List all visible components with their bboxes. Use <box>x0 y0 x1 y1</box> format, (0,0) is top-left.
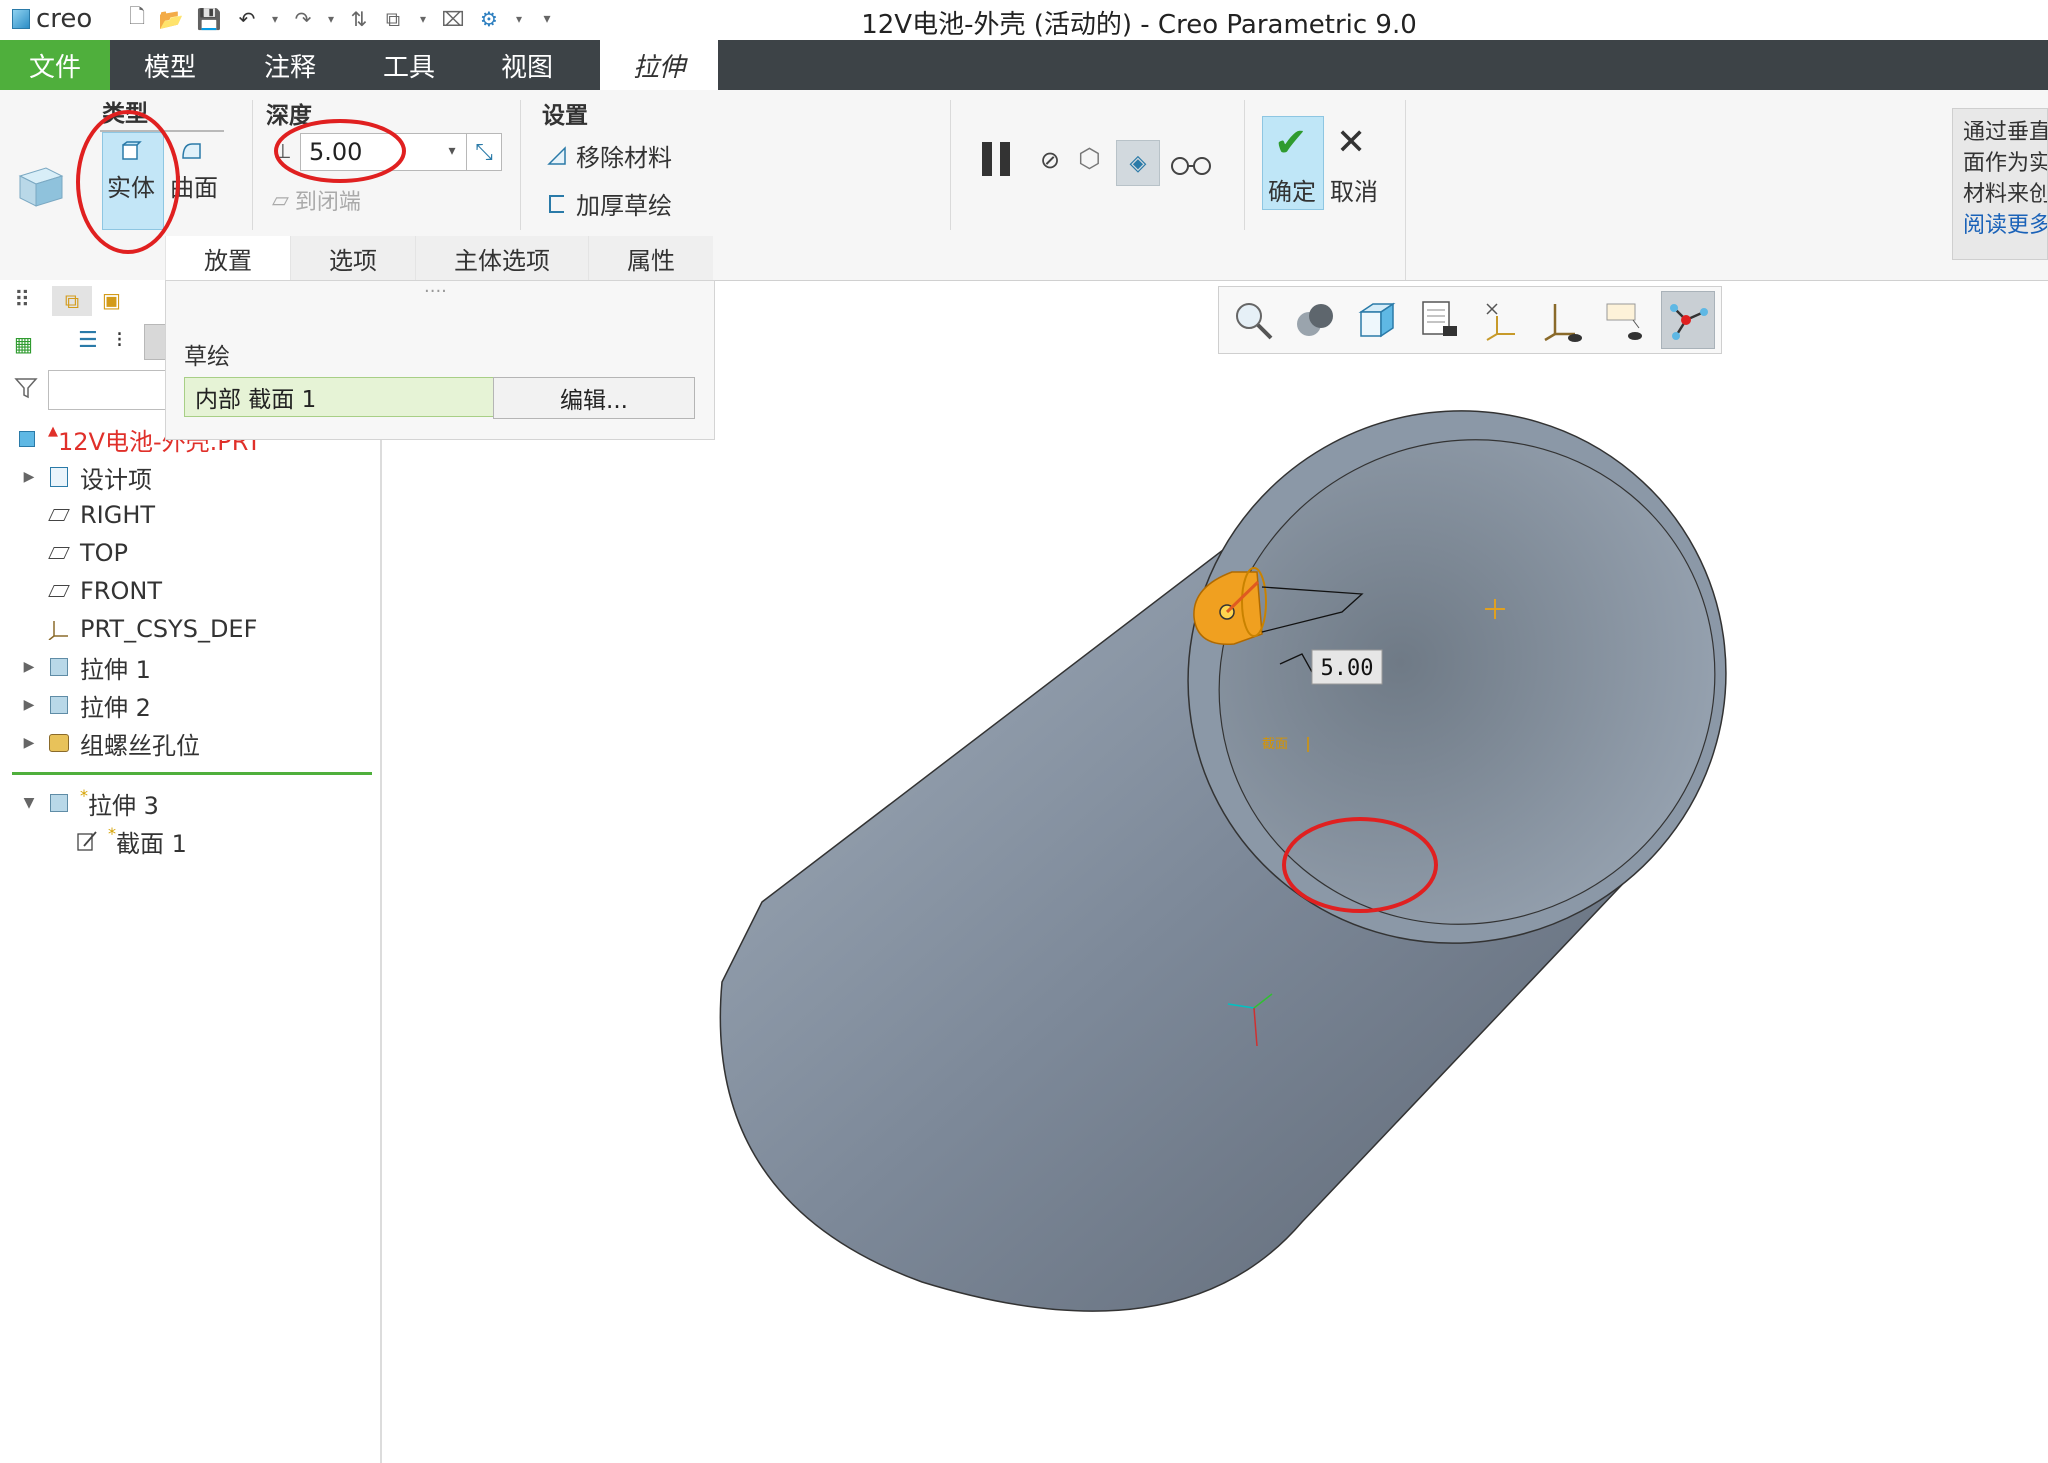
datum-plane-icon <box>48 542 70 564</box>
warning-marker: ▲ <box>48 423 58 439</box>
tree-filters-icon[interactable]: ⁝ <box>116 328 123 353</box>
extrude-icon <box>48 694 70 716</box>
subtab-body-options[interactable]: 主体选项 <box>415 236 588 280</box>
cancel-x-icon[interactable]: ✕ <box>1336 122 1366 163</box>
folder-browser-tab-icon[interactable]: ⧉ <box>52 286 92 316</box>
subtab-placement[interactable]: 放置 <box>165 236 290 280</box>
expand-icon[interactable]: ▶ <box>22 697 36 713</box>
tab-view[interactable]: 视图 <box>468 40 586 90</box>
settings-group-title: 设置 <box>542 103 588 129</box>
depth-value: 5.00 <box>309 138 363 166</box>
tree-search-input[interactable] <box>48 370 170 410</box>
graphics-viewport[interactable]: 5.00 截面 <box>382 282 2048 1463</box>
depth-group-title: 深度 <box>266 103 312 129</box>
pause-icon <box>982 142 992 176</box>
model-tree-menu-icon[interactable]: ▦ <box>14 332 33 356</box>
filter-icon <box>14 378 38 399</box>
type-group-underline <box>100 130 224 132</box>
part-icon <box>16 428 38 450</box>
tab-tools[interactable]: 工具 <box>350 40 468 90</box>
section-tag-label: 截面 <box>1262 737 1288 752</box>
tree-item-top[interactable]: TOP <box>48 534 128 572</box>
tree-item-right[interactable]: RIGHT <box>48 496 155 534</box>
expand-icon[interactable]: ▶ <box>22 735 36 751</box>
ribbon-separator <box>1405 100 1406 280</box>
depth-dropdown-icon[interactable]: ▾ <box>440 134 464 168</box>
tab-annotate[interactable]: 注释 <box>230 40 350 90</box>
detached-preview-icon[interactable]: ⬡ <box>1078 144 1101 174</box>
model-tree-panel: ⠿ ⧉ ▣ ▦ ☰ ⁝ ▲ 12V电池-外壳.PRT ▶ 设计项 RIGHT T… <box>0 280 382 1463</box>
solid-icon <box>122 141 142 160</box>
remove-material-button[interactable]: 移除材料 <box>546 138 672 173</box>
group-icon <box>48 732 70 754</box>
ribbon-separator <box>520 100 521 230</box>
dimension-text[interactable]: 5.00 <box>1321 656 1374 681</box>
cancel-button[interactable]: 取消 <box>1330 172 1378 207</box>
no-preview-icon[interactable]: ⊘ <box>1040 146 1060 174</box>
new-feature-marker: * <box>108 823 116 843</box>
subtab-options[interactable]: 选项 <box>290 236 415 280</box>
dashboard-subtabs: 放置 选项 主体选项 属性 <box>165 236 713 280</box>
attached-preview-button[interactable]: ◈ <box>1116 140 1160 186</box>
pause-button[interactable] <box>982 142 1010 176</box>
tree-item-front[interactable]: FRONT <box>48 572 162 610</box>
confirm-label: 确定 <box>1268 178 1316 206</box>
sketch-collector-label: 草绘 <box>184 344 230 370</box>
blind-depth-icon[interactable]: ⊥ <box>268 133 298 169</box>
design-items-icon <box>48 466 70 488</box>
ribbon-separator <box>252 100 253 230</box>
thicken-sketch-icon <box>549 194 564 213</box>
attached-preview-icon: ◈ <box>1129 150 1147 176</box>
tree-item-section-1[interactable]: * 截面 1 <box>76 822 187 860</box>
tree-item-extrude-2[interactable]: ▶ 拉伸 2 <box>22 686 151 724</box>
tree-item-csys[interactable]: PRT_CSYS_DEF <box>48 610 257 648</box>
help-tooltip: 通过垂直 面作为实 材料来创 阅读更多 <box>1952 108 2048 260</box>
remove-material-icon <box>547 145 566 165</box>
tree-item-extrude-3[interactable]: ▼ * 拉伸 3 <box>22 784 159 822</box>
collapse-icon[interactable]: ▼ <box>22 795 36 811</box>
surface-icon <box>182 143 201 159</box>
title-bar: creo 🗋 📂 💾 ↶ ▾ ↷ ▾ ⇅ ⧉ ▾ ⌧ ⚙ ▾ ▾ 12V电池-外… <box>0 0 2048 41</box>
datum-plane-icon <box>48 504 70 526</box>
to-closed-icon: ▱ <box>272 187 289 213</box>
ribbon-tab-bar: 文件 模型 注释 工具 视图 拉伸 <box>0 40 2048 90</box>
extrude-icon <box>48 656 70 678</box>
insert-indicator[interactable] <box>12 772 372 775</box>
expand-icon[interactable]: ▶ <box>22 659 36 675</box>
extrude-feature-icon <box>18 167 64 207</box>
surface-button[interactable]: 曲面 <box>170 168 218 203</box>
window-title: 12V电池-外壳 (活动的) - Creo Parametric 9.0 <box>861 10 1417 40</box>
type-group-title: 类型 <box>102 101 148 127</box>
sketch-icon <box>76 830 98 852</box>
tree-item-extrude-1[interactable]: ▶ 拉伸 1 <box>22 648 151 686</box>
coordinate-system-icon <box>48 618 70 640</box>
expand-icon[interactable]: ▶ <box>22 469 36 485</box>
tree-settings-icon[interactable]: ☰ <box>78 328 98 353</box>
ribbon-separator <box>950 100 951 230</box>
thicken-sketch-button[interactable]: 加厚草绘 <box>546 186 672 221</box>
battery-housing-model[interactable] <box>719 316 1819 1312</box>
tab-extrude[interactable]: 拉伸 <box>600 40 718 90</box>
ribbon-separator <box>1244 100 1245 230</box>
flip-direction-icon[interactable]: ⤡ <box>466 133 502 171</box>
favorites-tab-icon[interactable]: ▣ <box>102 288 121 312</box>
extrude-icon <box>48 792 70 814</box>
read-more-link[interactable]: 阅读更多 <box>1963 210 2047 241</box>
subtab-properties[interactable]: 属性 <box>588 236 713 280</box>
tab-model[interactable]: 模型 <box>110 40 230 90</box>
tab-file[interactable]: 文件 <box>0 40 110 90</box>
datum-plane-icon <box>48 580 70 602</box>
confirm-check-icon: ✔ <box>1274 120 1308 166</box>
to-closed-option: ▱ 到闭端 <box>272 187 361 216</box>
tree-item-screw-holes-group[interactable]: ▶ 组螺丝孔位 <box>22 724 200 762</box>
verify-mode-icon[interactable] <box>1168 150 1214 178</box>
model-tree-tab-icon[interactable]: ⠿ <box>14 288 30 313</box>
tree-item-design-items[interactable]: ▶ 设计项 <box>22 458 152 496</box>
new-feature-marker: * <box>80 785 88 805</box>
solid-label: 实体 <box>107 174 155 202</box>
